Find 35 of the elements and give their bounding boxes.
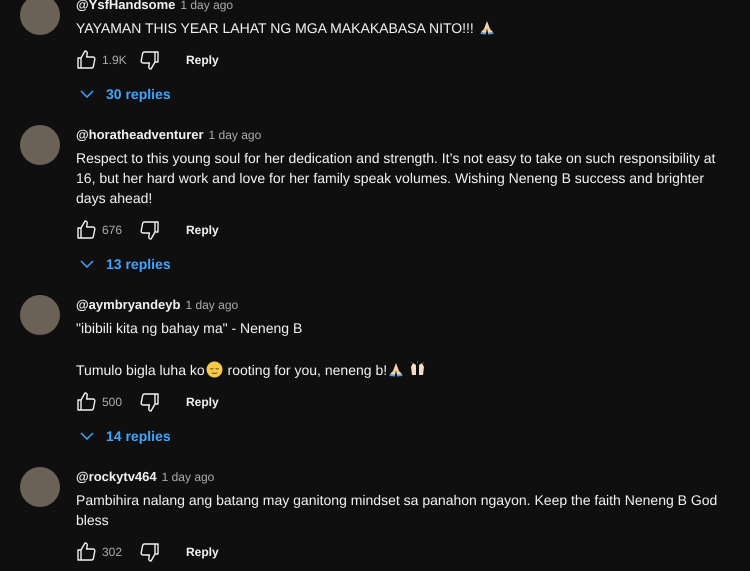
username-link[interactable]: @horatheadventurer [76,125,204,145]
praying-hands-icon [478,19,495,35]
chevron-down-icon [80,432,94,440]
username-link[interactable]: @rockytv464 [76,467,157,487]
chevron-down-icon [80,90,94,98]
smiley-face-icon [206,361,223,378]
like-count: 500 [102,394,124,411]
reply-button[interactable]: Reply [174,214,231,246]
raised-hands-icon [409,361,426,377]
view-replies-button[interactable]: 13 replies [76,246,183,282]
avatar[interactable] [20,467,60,507]
comment-time: 1 day ago [180,0,234,14]
praying-hands-icon [388,361,404,377]
like-count: 1.9K [102,52,128,69]
avatar[interactable] [20,125,60,165]
view-replies-button[interactable]: 14 replies [76,418,183,454]
comment-time: 1 day ago [162,469,214,486]
reply-button[interactable]: Reply [174,386,231,418]
avatar[interactable] [20,0,60,35]
username-link[interactable]: @aymbryandeyb [76,295,180,315]
like-count: 676 [102,222,124,239]
comment-text: YAYAMAN THIS YEAR LAHAT NG MGA MAKAKABASA NITO!!! [76,18,726,38]
comment-text: Tumulo bigla luha ko rooting for you, neneng b! [76,360,726,380]
reply-button[interactable]: Reply [174,536,231,568]
comment-time: 1 day ago [185,297,238,314]
comment-text: Respect to this young soul for her dedication and strength. It’s not easy to take on such responsibility at 16, but her hard work and love for her family speak volumes. Wishing Neneng B success and brighter days ahead! [76,149,716,208]
reply-button[interactable]: Reply [174,44,231,76]
chevron-down-icon [80,260,94,268]
view-replies-button[interactable]: 30 replies [76,76,183,112]
like-count: 302 [102,544,124,561]
comment-time: 1 day ago [208,127,262,144]
username-link[interactable]: @YsfHandsome [76,0,176,15]
comment-text: "ibibili kita ng bahay ma" - Neneng B [76,319,304,338]
avatar[interactable] [20,295,60,335]
comment-text: Pambihira nalang ang batang may ganitong mindset sa panahon ngayon. Keep the faith Neneng B God bless [76,491,718,530]
